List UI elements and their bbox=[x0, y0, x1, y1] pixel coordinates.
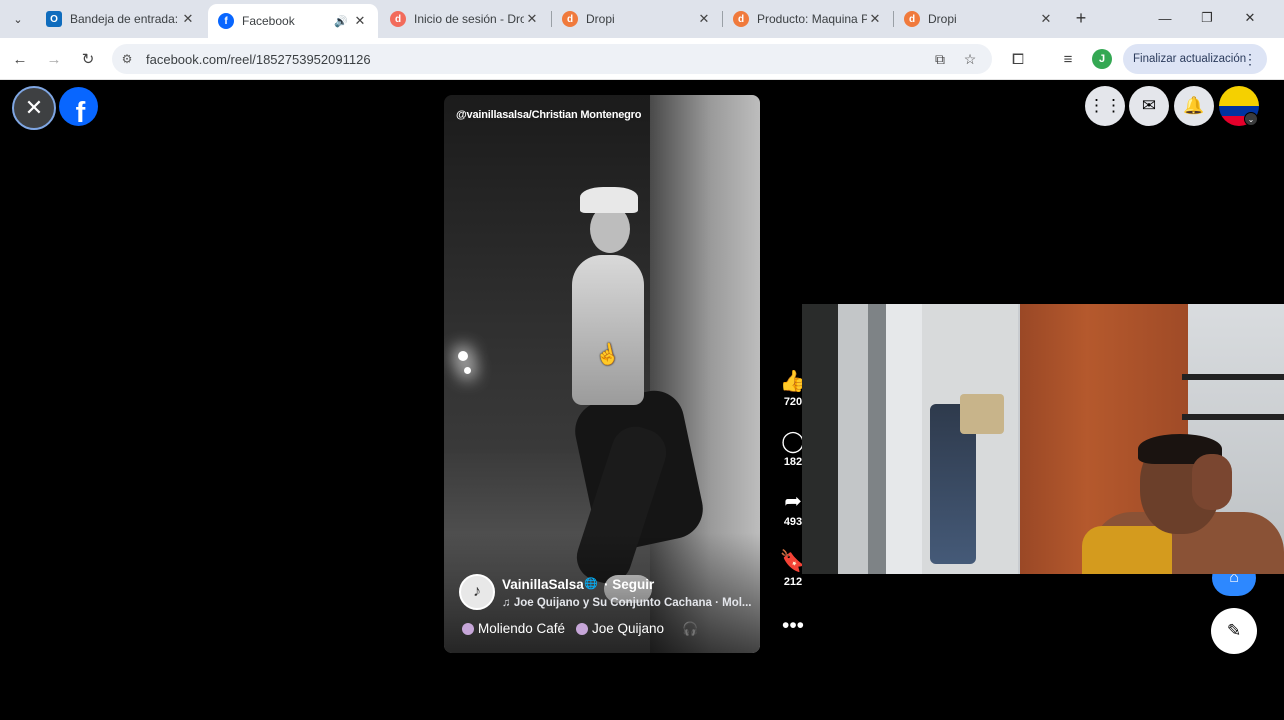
dropi-icon: d bbox=[733, 11, 749, 27]
menu-dots-icon[interactable]: ⋮ bbox=[1243, 51, 1257, 68]
close-tab-icon[interactable]: ✕ bbox=[352, 13, 368, 29]
reel-video[interactable]: @vainillasalsa/Christian Montenegro ♪ Va… bbox=[444, 95, 760, 653]
tab-dropi[interactable]: d Dropi ✕ bbox=[552, 0, 722, 38]
follow-button[interactable]: · Seguir bbox=[604, 577, 654, 592]
webcam-shelf-bar bbox=[1182, 374, 1284, 380]
tab-producto[interactable]: d Producto: Maquina P ✕ bbox=[723, 0, 893, 38]
browser-toolbar: ← → ↻ ⚙ facebook.com/reel/18527539520911… bbox=[0, 38, 1284, 80]
speaker-icon[interactable]: 🔊 bbox=[334, 15, 352, 28]
webcam-shelf-bar bbox=[1182, 414, 1284, 420]
dropi-icon: d bbox=[390, 11, 406, 27]
menu-grid-icon[interactable]: ⋮⋮ bbox=[1085, 86, 1125, 126]
close-tab-icon[interactable]: ✕ bbox=[696, 11, 712, 27]
close-tab-icon[interactable]: ✕ bbox=[524, 11, 540, 27]
share-count: 493 bbox=[783, 516, 803, 528]
tab-title: Dropi bbox=[928, 12, 957, 26]
webcam-overlay bbox=[802, 304, 1284, 574]
webcam-person-towel bbox=[1082, 526, 1172, 574]
video-dancer-hat bbox=[580, 187, 638, 213]
tab-strip: ⌄ O Bandeja de entrada: j ✕ f Facebook 🔊… bbox=[0, 0, 1284, 38]
tab-title: Dropi bbox=[586, 12, 615, 26]
back-button[interactable]: ← bbox=[8, 47, 32, 71]
share-arrow-icon: ➦ bbox=[784, 490, 802, 513]
close-tab-icon[interactable]: ✕ bbox=[867, 11, 883, 27]
media-control-icon[interactable]: ≡ bbox=[1056, 47, 1080, 71]
close-tab-icon[interactable]: ✕ bbox=[180, 11, 196, 27]
tag-dot-icon bbox=[576, 622, 588, 635]
webcam-doorframe bbox=[802, 304, 922, 574]
tab-outlook[interactable]: O Bandeja de entrada: j ✕ bbox=[36, 0, 206, 38]
more-dots-icon: ••• bbox=[781, 614, 805, 637]
close-window-button[interactable]: ✕ bbox=[1235, 6, 1265, 30]
webcam-person-hand bbox=[1192, 454, 1232, 510]
tab-title: Producto: Maquina P bbox=[757, 12, 867, 26]
site-info-icon[interactable]: ⚙ bbox=[112, 52, 142, 66]
restore-button[interactable]: ❐ bbox=[1192, 6, 1222, 30]
author-avatar[interactable]: ♪ bbox=[459, 574, 495, 610]
extensions-icon[interactable]: ⧠ bbox=[1006, 47, 1030, 71]
finish-update-button[interactable]: Finalizar actualización ⋮ bbox=[1123, 44, 1267, 74]
author-name[interactable]: VainillaSalsa bbox=[502, 577, 584, 592]
video-lamp bbox=[464, 367, 471, 374]
tab-title: Facebook bbox=[242, 14, 295, 28]
profile-avatar[interactable]: J bbox=[1092, 49, 1112, 69]
update-label: Finalizar actualización bbox=[1133, 53, 1247, 65]
tab-title: Inicio de sesión - Dro bbox=[414, 12, 524, 26]
like-count: 720 bbox=[783, 396, 803, 408]
minimize-button[interactable]: — bbox=[1150, 6, 1180, 30]
tab-login[interactable]: d Inicio de sesión - Dro ✕ bbox=[380, 0, 550, 38]
tag-dot-icon bbox=[462, 622, 474, 635]
messenger-icon[interactable]: ✉ bbox=[1129, 86, 1169, 126]
forward-button[interactable]: → bbox=[42, 47, 66, 71]
address-bar[interactable]: ⚙ facebook.com/reel/1852753952091126 ⧉ ☆ bbox=[112, 44, 992, 74]
reload-button[interactable]: ↻ bbox=[76, 47, 100, 71]
facebook-reel-page: ✕ f ⋮⋮ ✉ 🔔 ⌄ @vainillasalsa/Christian Mo… bbox=[0, 80, 1284, 720]
notifications-bell-icon[interactable]: 🔔 bbox=[1174, 86, 1214, 126]
song-tag[interactable]: Moliendo Café bbox=[462, 621, 565, 636]
dropi-icon: d bbox=[904, 11, 920, 27]
install-app-icon[interactable]: ⧉ bbox=[928, 47, 952, 71]
save-count: 212 bbox=[783, 576, 803, 588]
headphones-icon: 🎧 bbox=[682, 621, 699, 636]
webcam-folded-towel bbox=[960, 394, 1004, 434]
more-options-action[interactable]: ••• bbox=[776, 614, 810, 638]
artist-tag[interactable]: Joe Quijano bbox=[576, 621, 664, 636]
tab-search-button[interactable]: ⌄ bbox=[6, 7, 30, 31]
song-tag-label: Moliendo Café bbox=[478, 621, 566, 636]
hand-cursor-icon: ☝ bbox=[593, 341, 623, 369]
video-lamp bbox=[458, 351, 468, 361]
compose-icon[interactable]: ✎ bbox=[1211, 608, 1257, 654]
tab-title: Bandeja de entrada: j bbox=[70, 12, 180, 26]
dropi-icon: d bbox=[562, 11, 578, 27]
music-info[interactable]: ♫ Joe Quijano y Su Conjunto Cachana · Mo… bbox=[502, 597, 752, 609]
artist-tag-label: Joe Quijano bbox=[592, 621, 665, 636]
chevron-down-icon[interactable]: ⌄ bbox=[1244, 112, 1258, 126]
facebook-icon: f bbox=[218, 13, 234, 29]
public-globe-icon: 🌐 bbox=[584, 578, 598, 590]
video-watermark: @vainillasalsa/Christian Montenegro bbox=[456, 109, 642, 121]
new-tab-button[interactable]: + bbox=[1070, 7, 1092, 29]
video-dancer-body bbox=[572, 255, 644, 405]
comment-count: 182 bbox=[783, 456, 803, 468]
close-tab-icon[interactable]: ✕ bbox=[1038, 11, 1054, 27]
url-text: facebook.com/reel/1852753952091126 bbox=[146, 51, 371, 67]
facebook-logo-icon[interactable]: f bbox=[59, 87, 98, 126]
tab-facebook[interactable]: f Facebook 🔊 ✕ bbox=[208, 4, 378, 38]
outlook-icon: O bbox=[46, 11, 62, 27]
bookmark-star-icon[interactable]: ☆ bbox=[958, 47, 982, 71]
close-reel-button[interactable]: ✕ bbox=[12, 86, 56, 130]
tab-dropi-2[interactable]: d Dropi ✕ bbox=[894, 0, 1064, 38]
